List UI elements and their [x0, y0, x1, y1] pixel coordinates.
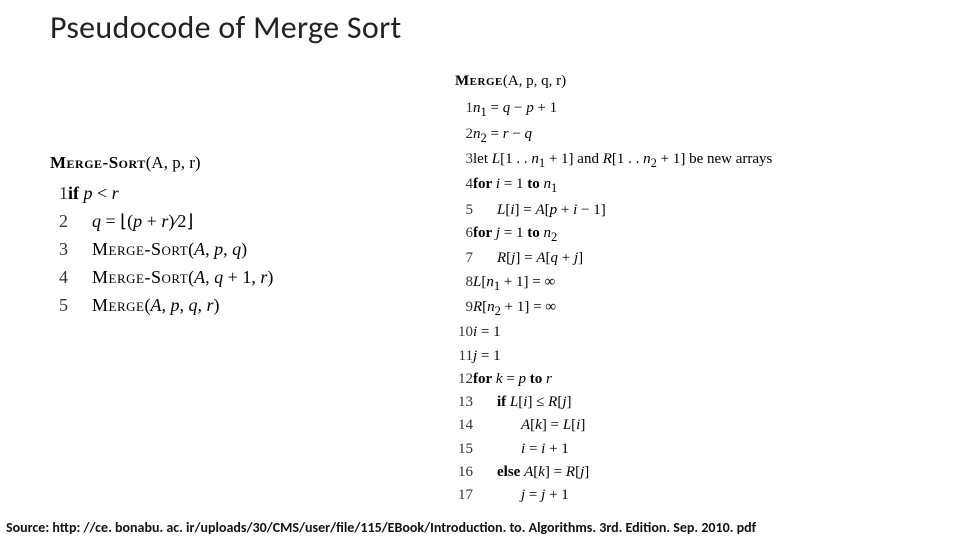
code-line: 1if p < r [50, 180, 273, 208]
source-citation: Source: http: //ce. bonabu. ac. ir/uploa… [6, 519, 954, 536]
code-text: R[n2 + 1] = ∞ [473, 296, 772, 321]
line-number: 17 [455, 484, 473, 507]
code-text: L[i] = A[p + i − 1] [473, 199, 772, 222]
line-number: 8 [455, 271, 473, 296]
page-title: Pseudocode of Merge Sort [50, 8, 402, 47]
code-text: Merge-Sort(A, q + 1, r) [68, 264, 273, 292]
code-line: 4for i = 1 to n1 [455, 173, 772, 198]
code-line: 9R[n2 + 1] = ∞ [455, 296, 772, 321]
code-text: for j = 1 to n2 [473, 222, 772, 247]
code-text: for k = p to r [473, 368, 772, 391]
line-number: 1 [50, 180, 68, 208]
merge-block: Merge(A, p, q, r) 1n1 = q − p + 12n2 = r… [455, 70, 772, 507]
line-number: 2 [455, 123, 473, 148]
code-text: i = i + 1 [473, 438, 772, 461]
code-line: 15i = i + 1 [455, 438, 772, 461]
code-line: 2n2 = r − q [455, 123, 772, 148]
mergesort-proc-args: (A, p, r) [146, 153, 201, 172]
code-line: 14A[k] = L[i] [455, 414, 772, 437]
code-line: 6for j = 1 to n2 [455, 222, 772, 247]
code-text: if p < r [68, 180, 273, 208]
line-number: 7 [455, 247, 473, 270]
code-line: 10i = 1 [455, 321, 772, 344]
code-text: L[n1 + 1] = ∞ [473, 271, 772, 296]
code-line: 3let L[1 . . n1 + 1] and R[1 . . n2 + 1]… [455, 148, 772, 173]
line-number: 10 [455, 321, 473, 344]
line-number: 6 [455, 222, 473, 247]
line-number: 1 [455, 97, 473, 122]
code-text: q = ⌊(p + r)∕2⌋ [68, 208, 273, 236]
code-text: j = 1 [473, 345, 772, 368]
merge-proc-args: (A, p, q, r) [503, 73, 566, 89]
code-text: for i = 1 to n1 [473, 173, 772, 198]
line-number: 13 [455, 391, 473, 414]
code-text: Merge-Sort(A, p, q) [68, 236, 273, 264]
line-number: 3 [50, 236, 68, 264]
code-line: 5L[i] = A[p + i − 1] [455, 199, 772, 222]
code-line: 2q = ⌊(p + r)∕2⌋ [50, 208, 273, 236]
merge-proc-name: Merge [455, 73, 503, 89]
merge-code: 1n1 = q − p + 12n2 = r − q3let L[1 . . n… [455, 97, 772, 507]
slide: Pseudocode of Merge Sort Merge-Sort(A, p… [0, 0, 960, 540]
mergesort-header: Merge-Sort(A, p, r) [50, 150, 273, 176]
line-number: 15 [455, 438, 473, 461]
line-number: 5 [455, 199, 473, 222]
code-text: n2 = r − q [473, 123, 772, 148]
code-line: 5Merge(A, p, q, r) [50, 292, 273, 320]
line-number: 11 [455, 345, 473, 368]
code-line: 1n1 = q − p + 1 [455, 97, 772, 122]
mergesort-proc-name: Merge-Sort [50, 153, 146, 172]
code-text: let L[1 . . n1 + 1] and R[1 . . n2 + 1] … [473, 148, 772, 173]
code-text: if L[i] ≤ R[j] [473, 391, 772, 414]
line-number: 2 [50, 208, 68, 236]
line-number: 12 [455, 368, 473, 391]
code-text: A[k] = L[i] [473, 414, 772, 437]
code-line: 7R[j] = A[q + j] [455, 247, 772, 270]
code-line: 13if L[i] ≤ R[j] [455, 391, 772, 414]
code-line: 11j = 1 [455, 345, 772, 368]
line-number: 5 [50, 292, 68, 320]
mergesort-block: Merge-Sort(A, p, r) 1if p < r2q = ⌊(p + … [50, 150, 273, 320]
code-line: 12for k = p to r [455, 368, 772, 391]
line-number: 16 [455, 461, 473, 484]
code-line: 4Merge-Sort(A, q + 1, r) [50, 264, 273, 292]
line-number: 3 [455, 148, 473, 173]
code-text: i = 1 [473, 321, 772, 344]
line-number: 4 [455, 173, 473, 198]
code-text: R[j] = A[q + j] [473, 247, 772, 270]
code-text: Merge(A, p, q, r) [68, 292, 273, 320]
line-number: 14 [455, 414, 473, 437]
line-number: 9 [455, 296, 473, 321]
code-text: else A[k] = R[j] [473, 461, 772, 484]
line-number: 4 [50, 264, 68, 292]
code-line: 17j = j + 1 [455, 484, 772, 507]
code-line: 8L[n1 + 1] = ∞ [455, 271, 772, 296]
mergesort-code: 1if p < r2q = ⌊(p + r)∕2⌋3Merge-Sort(A, … [50, 180, 273, 319]
merge-header: Merge(A, p, q, r) [455, 70, 772, 93]
code-text: j = j + 1 [473, 484, 772, 507]
code-line: 16else A[k] = R[j] [455, 461, 772, 484]
code-line: 3Merge-Sort(A, p, q) [50, 236, 273, 264]
code-text: n1 = q − p + 1 [473, 97, 772, 122]
